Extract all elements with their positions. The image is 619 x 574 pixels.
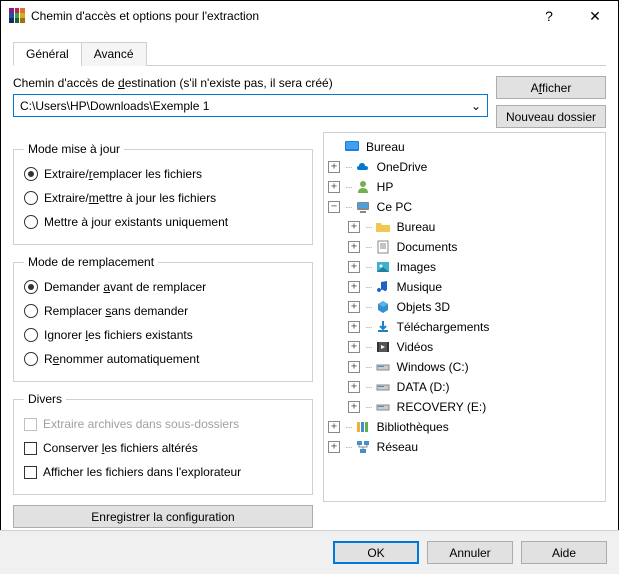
radio-update-existing[interactable]: Mettre à jour existants uniquement — [24, 210, 302, 234]
tree-drive-e[interactable]: +···· RECOVERY (E:) — [326, 397, 603, 417]
radio-rename-auto[interactable]: Renommer automatiquement — [24, 347, 302, 371]
drive-icon — [375, 379, 391, 395]
libraries-icon — [355, 419, 371, 435]
images-icon — [375, 259, 391, 275]
update-mode-group: Mode mise à jour Extraire/remplacer les … — [13, 142, 313, 245]
desktop-icon — [344, 139, 360, 155]
checkbox-extract-subfolders: Extraire archives dans sous-dossiers — [24, 412, 302, 436]
radio-skip-existing[interactable]: Ignorer les fichiers existants — [24, 323, 302, 347]
tree-pc-documents[interactable]: +···· Documents — [326, 237, 603, 257]
tab-bar: Général Avancé — [13, 41, 606, 66]
tab-advanced[interactable]: Avancé — [81, 42, 147, 66]
dialog-footer: OK Annuler Aide — [0, 530, 619, 574]
videos-icon — [375, 339, 391, 355]
documents-icon — [375, 239, 391, 255]
tree-pc-3d[interactable]: +···· Objets 3D — [326, 297, 603, 317]
drive-icon — [375, 399, 391, 415]
radio-extract-replace[interactable]: Extraire/remplacer les fichiers — [24, 162, 302, 186]
computer-icon — [355, 199, 371, 215]
folder-icon — [375, 219, 391, 235]
tree-network[interactable]: +···· Réseau — [326, 437, 603, 457]
tree-this-pc[interactable]: −···· Ce PC — [326, 197, 603, 217]
misc-group: Divers Extraire archives dans sous-dossi… — [13, 392, 313, 495]
tree-libraries[interactable]: +···· Bibliothèques — [326, 417, 603, 437]
radio-extract-update[interactable]: Extraire/mettre à jour les fichiers — [24, 186, 302, 210]
tab-general[interactable]: Général — [13, 42, 82, 66]
cancel-button[interactable]: Annuler — [427, 541, 513, 564]
tree-pc-downloads[interactable]: +···· Téléchargements — [326, 317, 603, 337]
tree-drive-d[interactable]: +···· DATA (D:) — [326, 377, 603, 397]
window-title: Chemin d'accès et options pour l'extract… — [31, 9, 526, 23]
new-folder-button[interactable]: Nouveau dossier — [496, 105, 606, 128]
radio-ask-before[interactable]: Demander avant de remplacer — [24, 275, 302, 299]
destination-path-label: Chemin d'accès de destination (s'il n'ex… — [13, 76, 488, 90]
tree-drive-c[interactable]: +···· Windows (C:) — [326, 357, 603, 377]
close-button[interactable]: ✕ — [572, 1, 618, 31]
user-icon — [355, 179, 371, 195]
tree-pc-music[interactable]: +···· Musique — [326, 277, 603, 297]
downloads-icon — [375, 319, 391, 335]
tree-onedrive[interactable]: +···· OneDrive — [326, 157, 603, 177]
music-icon — [375, 279, 391, 295]
misc-legend: Divers — [24, 392, 66, 406]
winrar-icon — [9, 8, 25, 24]
update-mode-legend: Mode mise à jour — [24, 142, 124, 156]
overwrite-mode-group: Mode de remplacement Demander avant de r… — [13, 255, 313, 382]
tree-pc-desktop[interactable]: +···· Bureau — [326, 217, 603, 237]
tree-hp[interactable]: +···· HP — [326, 177, 603, 197]
tree-desktop[interactable]: Bureau — [326, 137, 603, 157]
overwrite-mode-legend: Mode de remplacement — [24, 255, 158, 269]
drive-icon — [375, 359, 391, 375]
destination-path-combobox[interactable]: ⌄ — [13, 94, 488, 117]
checkbox-show-explorer[interactable]: Afficher les fichiers dans l'explorateur — [24, 460, 302, 484]
help-button[interactable]: ? — [526, 1, 572, 31]
tree-pc-videos[interactable]: +···· Vidéos — [326, 337, 603, 357]
save-settings-button[interactable]: Enregistrer la configuration — [13, 505, 313, 528]
show-button[interactable]: Afficher — [496, 76, 606, 99]
network-icon — [355, 439, 371, 455]
tree-pc-images[interactable]: +···· Images — [326, 257, 603, 277]
help-button-footer[interactable]: Aide — [521, 541, 607, 564]
radio-overwrite-silent[interactable]: Remplacer sans demander — [24, 299, 302, 323]
chevron-down-icon[interactable]: ⌄ — [469, 99, 483, 113]
checkbox-keep-broken[interactable]: Conserver les fichiers altérés — [24, 436, 302, 460]
folder-tree[interactable]: Bureau +···· OneDrive +···· HP −···· Ce … — [323, 132, 606, 502]
3d-icon — [375, 299, 391, 315]
onedrive-icon — [355, 159, 371, 175]
destination-path-input[interactable] — [18, 98, 469, 114]
ok-button[interactable]: OK — [333, 541, 419, 564]
